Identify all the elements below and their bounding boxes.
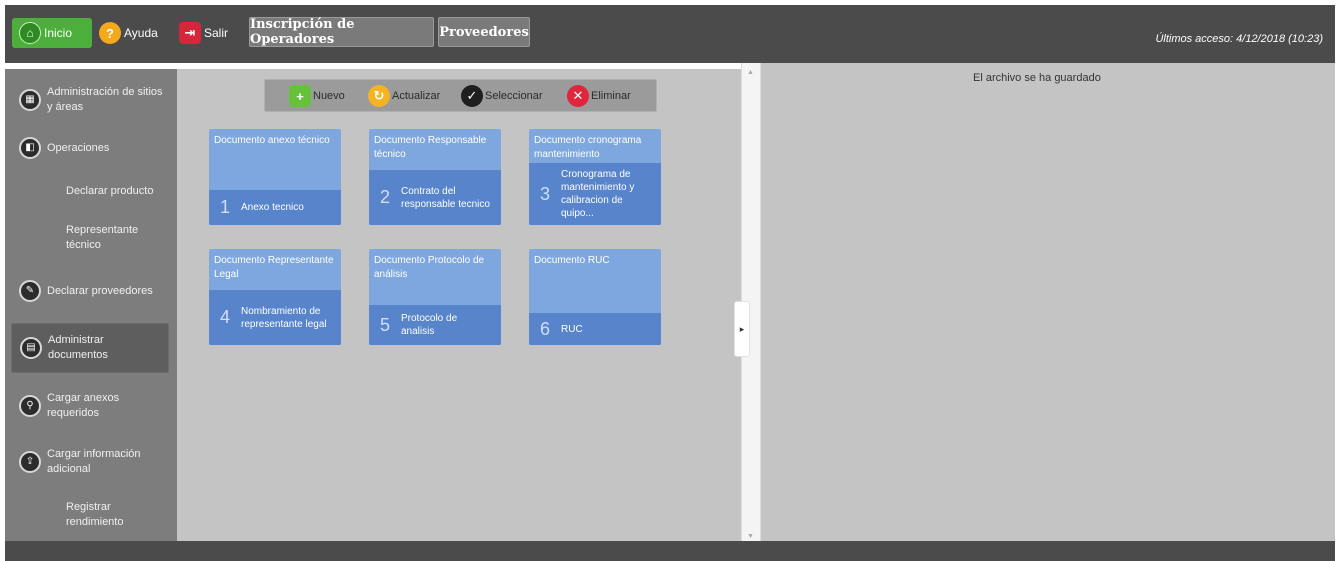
tile-description: Cronograma de mantenimiento y calibracio… [561,169,635,219]
sites-icon: ▦ [19,89,41,111]
sidebar-item-label: Cargar información adicional [47,448,141,475]
tile-footer: 4 Nombramiento de representante legal [209,290,341,345]
tile-description: Anexo tecnico [241,202,304,213]
tile-description: Nombramiento de representante legal [241,305,327,330]
sidebar-item-cargar-informacion[interactable]: ⇪ Cargar información adicional [11,439,169,485]
tile-title: Documento Responsable técnico [374,135,487,160]
document-tile-ruc[interactable]: Documento RUC 6 RUC [529,249,661,345]
tile-number: 6 [539,318,550,339]
seleccionar-button[interactable]: ✓ Seleccionar [461,85,542,107]
app-window: ⌂ Inicio ? Ayuda ⇥ Salir Inscripción de … [5,5,1335,561]
sidebar-item-declarar-producto[interactable]: Declarar producto [11,175,169,207]
panel-splitter[interactable]: ▲ ▸ ▼ [734,63,761,546]
tab-inscripcion-operadores[interactable]: Inscripción de Operadores [249,17,434,47]
refresh-icon: ↻ [368,85,390,107]
inicio-label: Inicio [44,26,73,40]
scroll-up-icon[interactable]: ▲ [747,69,754,76]
nuevo-button[interactable]: + Nuevo [289,85,345,107]
document-tile-responsable-tecnico[interactable]: Documento Responsable técnico 2 Contrato… [369,129,501,225]
document-tile-representante-legal[interactable]: Documento Representante Legal 4 Nombrami… [209,249,341,345]
tile-description: Protocolo de analisis [401,313,458,337]
eliminar-label: Eliminar [591,90,631,102]
document-tile-anexo-tecnico[interactable]: Documento anexo técnico 1 Anexo tecnico [209,129,341,225]
tile-title: Documento anexo técnico [214,135,330,146]
sidebar-item-administrar-documentos[interactable]: ▤ Administrar documentos [11,323,169,373]
tile-number: 2 [379,187,390,207]
detail-panel: El archivo se ha guardado [761,63,1335,546]
salir-button[interactable]: ⇥ Salir [177,18,237,48]
tile-number: 4 [219,307,230,327]
providers-icon: ✎ [19,280,41,302]
sidebar-item-label: Cargar anexos requeridos [47,392,120,419]
tile-title: Documento Representante Legal [214,255,334,280]
tile-number: 5 [379,314,390,335]
tile-footer: 2 Contrato del responsable tecnico [369,170,501,225]
select-icon: ✓ [461,85,483,107]
salir-label: Salir [204,26,229,40]
document-tile-protocolo-analisis[interactable]: Documento Protocolo de análisis 5 Protoc… [369,249,501,345]
sidebar-item-operaciones[interactable]: ◧ Operaciones [11,129,169,167]
sidebar-item-cargar-anexos[interactable]: ⚲ Cargar anexos requeridos [11,383,169,429]
sidebar-item-declarar-proveedores[interactable]: ✎ Declarar proveedores [11,269,169,313]
scroll-down-icon[interactable]: ▼ [747,533,754,540]
ayuda-button[interactable]: ? Ayuda [97,18,167,48]
sidebar-item-label: Declarar proveedores [47,284,153,297]
tile-footer: 1 Anexo tecnico [209,190,341,225]
tile-number: 1 [219,197,230,217]
eliminar-button[interactable]: ✕ Eliminar [567,85,631,107]
operations-icon: ◧ [19,137,41,159]
status-message: El archivo se ha guardado [973,72,1101,84]
sidebar-item-label: Administración de sitios y áreas [47,86,163,113]
sidebar-item-representante-tecnico[interactable]: Representante técnico [11,217,169,259]
upload-info-icon: ⇪ [19,451,41,473]
tile-number: 3 [539,183,550,204]
documents-work-area: + Nuevo ↻ Actualizar ✓ Seleccionar ✕ Eli… [177,69,741,541]
last-access-text: Últimos acceso: 4/12/2018 (10:23) [1155,33,1323,45]
top-bar: ⌂ Inicio ? Ayuda ⇥ Salir Inscripción de … [5,5,1335,63]
exit-icon: ⇥ [179,22,201,44]
sidebar-item-label: Operaciones [47,141,110,154]
inicio-button[interactable]: ⌂ Inicio [12,18,92,48]
splitter-handle-icon[interactable]: ▸ [734,301,750,357]
tile-description: Contrato del responsable tecnico [401,185,490,210]
delete-icon: ✕ [567,85,589,107]
attachments-icon: ⚲ [19,395,41,417]
seleccionar-label: Seleccionar [485,90,543,102]
tile-title: Documento Protocolo de análisis [374,255,485,280]
tab-proveedores[interactable]: Proveedores [438,17,530,47]
sidebar-item-label: Administrar documentos [48,334,108,361]
home-icon: ⌂ [19,22,41,44]
tile-footer: 5 Protocolo de analisis [369,305,501,345]
documents-icon: ▤ [20,337,42,359]
ayuda-label: Ayuda [124,26,158,40]
tile-title: Documento RUC [534,255,610,266]
actualizar-button[interactable]: ↻ Actualizar [368,85,440,107]
help-icon: ? [99,22,121,44]
sidebar-item-label: Registrar rendimiento [66,501,124,528]
sidebar-item-label: Representante técnico [66,224,139,251]
tile-footer: 6 RUC [529,313,661,345]
sidebar-item-sitios-areas[interactable]: ▦ Administración de sitios y áreas [11,79,169,121]
sidebar-item-label: Declarar producto [66,184,154,197]
actualizar-label: Actualizar [392,90,441,102]
documents-toolbar: + Nuevo ↻ Actualizar ✓ Seleccionar ✕ Eli… [264,79,657,112]
sidebar: ▦ Administración de sitios y áreas ◧ Ope… [5,69,177,541]
footer-bar [5,541,1335,561]
plus-icon: + [289,85,311,107]
tile-title: Documento cronograma mantenimiento [534,135,642,160]
sidebar-item-registrar-rendimiento[interactable]: Registrar rendimiento [11,495,169,535]
tile-footer: 3 Cronograma de mantenimiento y calibrac… [529,163,661,225]
tile-description: RUC [561,323,583,335]
nuevo-label: Nuevo [313,90,345,102]
document-tile-cronograma[interactable]: Documento cronograma mantenimiento 3 Cro… [529,129,661,225]
